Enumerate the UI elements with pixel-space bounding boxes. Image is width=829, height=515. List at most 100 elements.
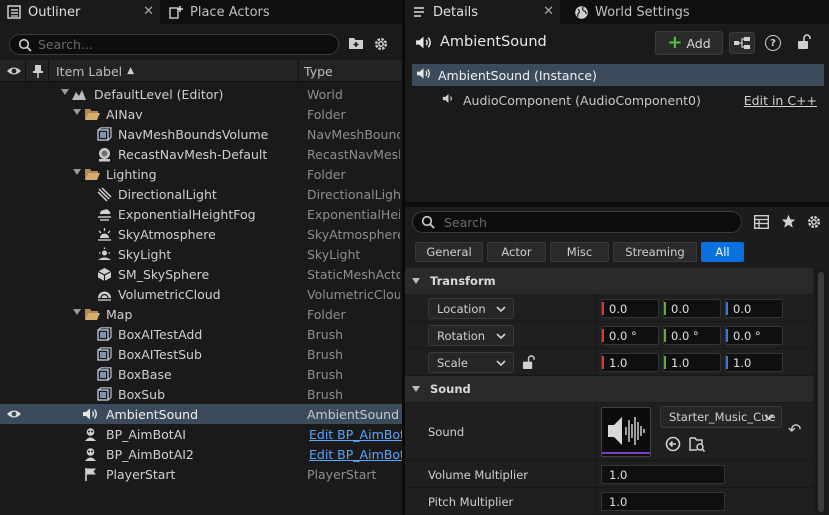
collapse-arrow-icon[interactable] [73, 109, 81, 115]
category-sound[interactable]: Sound [405, 376, 813, 402]
list-item-label: PlayerStart [106, 466, 176, 482]
filter-misc[interactable]: Misc [550, 242, 609, 262]
component-row-audio[interactable]: AudioComponent (AudioComponent0) Edit in… [412, 89, 824, 111]
table-view-icon[interactable] [753, 214, 770, 232]
volume-multiplier-value: 1.0 [609, 467, 628, 482]
use-selected-asset-icon[interactable] [665, 436, 681, 455]
sound-asset-thumbnail[interactable] [601, 407, 651, 457]
scale-x-field[interactable]: 1.0 [601, 353, 659, 372]
hierarchy-icon [734, 37, 750, 49]
search-icon [421, 215, 435, 229]
search-placeholder: Search [444, 214, 487, 230]
column-item-label[interactable]: Item Label ▲ [56, 60, 134, 82]
tree-row-box-base[interactable]: BoxBase Brush [0, 364, 402, 384]
actor-name[interactable]: AmbientSound [440, 34, 547, 50]
edit-blueprint-link[interactable]: Edit BP_AimBotAI [309, 424, 402, 444]
pitch-multiplier-field[interactable]: 1.0 [601, 492, 725, 511]
rotation-y-field[interactable]: 0.0 ° [663, 326, 721, 345]
collapse-arrow-icon[interactable] [73, 309, 81, 315]
rotation-z-field[interactable]: 0.0 ° [725, 326, 783, 345]
filter-streaming[interactable]: Streaming [613, 242, 697, 262]
location-y-field[interactable]: 0.0 [663, 299, 721, 318]
volume-icon [96, 126, 112, 142]
visibility-column-icon[interactable] [6, 60, 22, 82]
edit-in-cpp-link[interactable]: Edit in C++ [744, 93, 817, 108]
browse-asset-icon[interactable] [689, 436, 706, 455]
tree-row-ambient-sound[interactable]: AmbientSound AmbientSound [0, 404, 402, 424]
brush-icon [96, 386, 112, 402]
pin-column-icon[interactable] [33, 60, 43, 82]
unlock-icon[interactable] [797, 34, 811, 53]
collapse-arrow-icon[interactable] [61, 89, 69, 95]
tree-row-navmesh-bounds[interactable]: NavMeshBoundsVolume NavMeshBoundsVolume [0, 124, 402, 144]
list-item-label: BoxBase [118, 366, 172, 382]
outliner-tabbar: Outliner ✕ Place Actors [0, 0, 402, 24]
edit-blueprint-link[interactable]: Edit BP_AimBotAI2 [309, 444, 402, 464]
tree-row-volumetric-cloud[interactable]: VolumetricCloud VolumetricCloud [0, 284, 402, 304]
tab-outliner[interactable]: Outliner ✕ [0, 0, 160, 24]
list-item-label: NavMeshBoundsVolume [118, 126, 269, 142]
gear-icon[interactable] [373, 36, 389, 55]
scrollbar-thumb[interactable] [818, 272, 824, 512]
list-item-label: SM_SkySphere [118, 266, 210, 282]
scale-mode-dropdown[interactable]: Scale [428, 352, 514, 373]
location-mode-dropdown[interactable]: Location [428, 298, 514, 319]
filter-all[interactable]: All [701, 242, 744, 262]
component-row-instance[interactable]: AmbientSound (Instance) [412, 64, 824, 86]
tree-row-box-ai-test-sub[interactable]: BoxAITestSub Brush [0, 344, 402, 364]
tree-row-bp-aimbotai[interactable]: BP_AimBotAI Edit BP_AimBotAI [0, 424, 402, 444]
outliner-panel: Outliner ✕ Place Actors Search... Item L… [0, 0, 402, 515]
tree-row-sky-sphere[interactable]: SM_SkySphere StaticMeshActor [0, 264, 402, 284]
tree-row-box-sub[interactable]: BoxSub Brush [0, 384, 402, 404]
list-item-label: BP_AimBotAI [106, 426, 186, 442]
details-scrollbar[interactable] [815, 268, 827, 515]
scale-z-field[interactable]: 1.0 [725, 353, 783, 372]
scale-y-field[interactable]: 1.0 [663, 353, 721, 372]
close-icon[interactable]: ✕ [143, 4, 154, 19]
details-splitter[interactable] [405, 202, 829, 207]
blueprint-button[interactable] [729, 32, 755, 54]
tree-row-sky-atmosphere[interactable]: SkyAtmosphere SkyAtmosphere [0, 224, 402, 244]
tree-row-recast-navmesh[interactable]: RecastNavMesh-Default RecastNavMesh [0, 144, 402, 164]
outliner-search-input[interactable]: Search... [9, 34, 339, 55]
visibility-eye-icon[interactable] [6, 408, 22, 423]
category-title: Transform [430, 274, 496, 288]
tab-details[interactable]: Details ✕ [405, 0, 560, 24]
reset-to-default-icon[interactable]: ↶ [788, 420, 801, 439]
filter-general[interactable]: General [415, 242, 483, 262]
tree-row-bp-aimbotai2[interactable]: BP_AimBotAI2 Edit BP_AimBotAI2 [0, 444, 402, 464]
tree-row-folder-lighting[interactable]: Lighting Folder [0, 164, 402, 184]
rotation-mode-dropdown[interactable]: Rotation [428, 325, 514, 346]
category-transform[interactable]: Transform [405, 268, 813, 294]
tab-world-settings[interactable]: World Settings [567, 0, 727, 24]
collapse-arrow-icon [412, 386, 420, 392]
help-icon[interactable]: ? [765, 35, 781, 51]
tree-row-sky-light[interactable]: SkyLight SkyLight [0, 244, 402, 264]
sound-asset-picker[interactable]: Starter_Music_Cue [660, 406, 782, 428]
rotation-label: Rotation [437, 328, 486, 343]
tree-row-folder-ainav[interactable]: AINav Folder [0, 104, 402, 124]
gear-icon[interactable] [806, 214, 822, 233]
list-item-type: DirectionalLight [307, 186, 400, 202]
tree-row-directional-light[interactable]: DirectionalLight DirectionalLight [0, 184, 402, 204]
location-x-field[interactable]: 0.0 [601, 299, 659, 318]
list-item-type: ExponentialHeightFog [307, 206, 400, 222]
filter-actor[interactable]: Actor [487, 242, 546, 262]
tree-row-player-start[interactable]: PlayerStart PlayerStart [0, 464, 402, 484]
collapse-arrow-icon[interactable] [73, 169, 81, 175]
unlock-icon[interactable] [522, 355, 535, 373]
tab-place-actors[interactable]: Place Actors [162, 0, 402, 24]
rotation-x-field[interactable]: 0.0 ° [601, 326, 659, 345]
column-type[interactable]: Type [304, 60, 333, 82]
add-component-button[interactable]: + Add [655, 31, 723, 55]
tree-row-height-fog[interactable]: ExponentialHeightFog ExponentialHeightFo… [0, 204, 402, 224]
tree-row-folder-map[interactable]: Map Folder [0, 304, 402, 324]
close-icon[interactable]: ✕ [543, 4, 554, 19]
location-z-field[interactable]: 0.0 [725, 299, 783, 318]
details-search-input[interactable]: Search [412, 211, 742, 233]
tree-row-default-level[interactable]: DefaultLevel (Editor) World [0, 84, 402, 104]
star-icon[interactable] [781, 214, 796, 232]
tree-row-box-ai-test-add[interactable]: BoxAITestAdd Brush [0, 324, 402, 344]
volume-multiplier-field[interactable]: 1.0 [601, 465, 725, 484]
add-folder-icon[interactable] [348, 36, 364, 53]
